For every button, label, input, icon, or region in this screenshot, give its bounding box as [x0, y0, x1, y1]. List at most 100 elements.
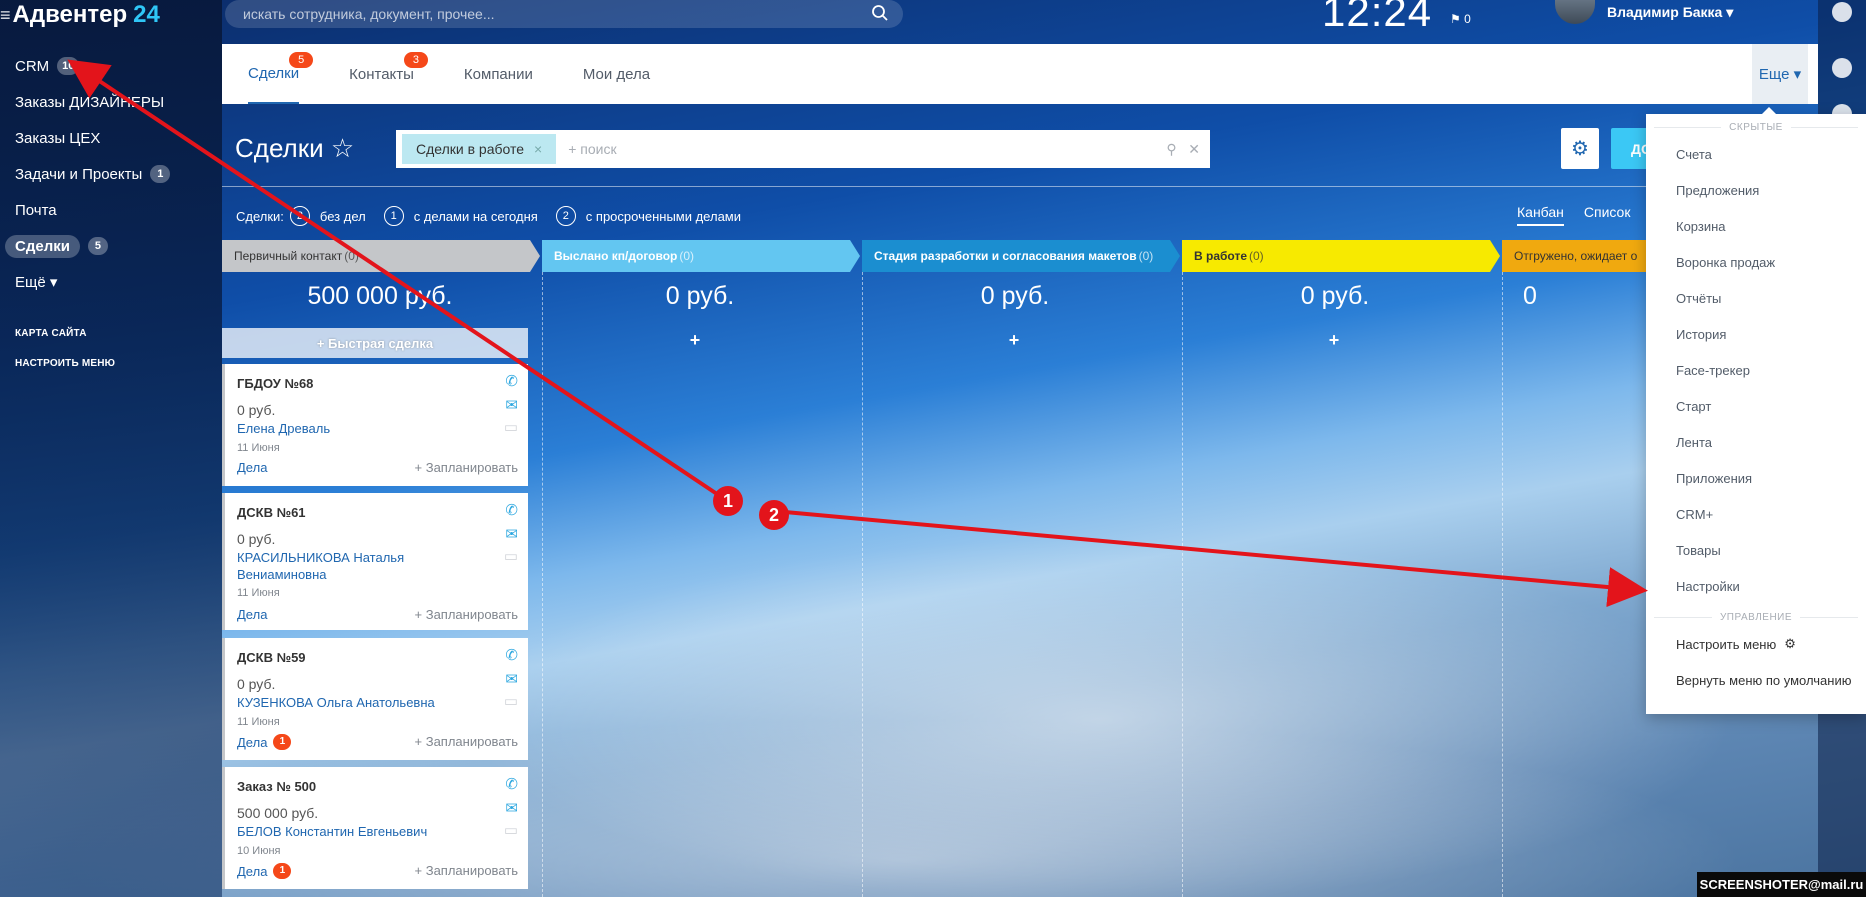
tab-my-activities[interactable]: Мои дела [583, 44, 650, 104]
menu-item-reset[interactable]: Вернуть меню по умолчанию [1646, 662, 1866, 698]
deal-card[interactable]: Заказ № 500 500 000 руб. БЕЛОВ Константи… [222, 767, 528, 889]
plan-activity-link[interactable]: + Запланировать [415, 607, 518, 622]
phone-icon[interactable]: ✆ [505, 775, 518, 793]
menu-item-sales-funnel[interactable]: Воронка продаж [1646, 244, 1866, 280]
search-icon[interactable] [871, 4, 889, 22]
counter-text[interactable]: с просроченными делами [586, 209, 741, 224]
filter-search-box[interactable]: Сделки в работе × + поиск ⚲ ✕ [396, 130, 1210, 168]
chat-icon[interactable]: ▭ [504, 418, 518, 436]
deal-activities-link[interactable]: Дела 1 [237, 863, 292, 879]
deal-activities-link[interactable]: Дела [237, 460, 267, 475]
quick-deal-button[interactable]: + Быстрая сделка [222, 328, 528, 358]
filter-chip[interactable]: Сделки в работе × [402, 134, 557, 164]
tab-companies[interactable]: Компании [464, 44, 533, 104]
menu-item-products[interactable]: Товары [1646, 532, 1866, 568]
phone-icon[interactable]: ✆ [505, 646, 518, 664]
flag-counter[interactable]: ⚑ 0 [1450, 12, 1471, 26]
menu-item-apps[interactable]: Приложения [1646, 460, 1866, 496]
deal-contact[interactable]: Елена Древаль [237, 420, 487, 437]
close-icon[interactable]: × [534, 141, 542, 157]
sidebar-item-mail[interactable]: Почта [0, 192, 222, 228]
menu-item-configure[interactable]: Настроить меню ⚙ [1646, 626, 1866, 662]
sidebar-item-label: CRM [15, 57, 50, 75]
menu-item-face-tracker[interactable]: Face-трекер [1646, 352, 1866, 388]
menu-item-settings[interactable]: Настройки [1646, 568, 1866, 604]
sidebar-item-workshop[interactable]: Заказы ЦЕХ [0, 120, 222, 156]
plan-activity-link[interactable]: + Запланировать [415, 734, 518, 749]
view-list-tab[interactable]: Список [1584, 204, 1631, 226]
deal-title[interactable]: ДСКВ №61 [237, 505, 306, 520]
annotation-marker-1: 1 [713, 486, 743, 516]
counter-text[interactable]: с делами на сегодня [414, 209, 538, 224]
logo-number: 24 [133, 1, 160, 28]
sidebar-item-deals[interactable]: Сделки 5 [0, 228, 222, 264]
sidebar-item-more[interactable]: Ещё ▾ [0, 264, 222, 300]
menu-item-reports[interactable]: Отчёты [1646, 280, 1866, 316]
bell-icon[interactable] [1832, 58, 1852, 78]
kanban-column-header[interactable]: Отгружено, ожидает о [1502, 240, 1652, 272]
plan-activity-link[interactable]: + Запланировать [415, 460, 518, 475]
plan-activity-link[interactable]: + Запланировать [415, 863, 518, 878]
chat-icon[interactable]: ▭ [504, 547, 518, 565]
filter-search-input[interactable]: + поиск [568, 141, 616, 157]
kanban-column-header[interactable]: Выслано кп/договор (0) [542, 240, 860, 272]
help-icon[interactable] [1832, 2, 1852, 22]
counter-no-activities[interactable]: 2 [289, 206, 310, 226]
mail-icon[interactable]: ✉ [505, 396, 518, 414]
deal-counters: Сделки: 2 без дел 1 с делами на сегодня … [236, 206, 741, 226]
phone-icon[interactable]: ✆ [505, 372, 518, 390]
mail-icon[interactable]: ✉ [505, 670, 518, 688]
menu-burger-icon[interactable]: ≡ [0, 5, 11, 26]
menu-item-recycle-bin[interactable]: Корзина [1646, 208, 1866, 244]
deal-card[interactable]: ДСКВ №59 0 руб. КУЗЕНКОВА Ольга Анатолье… [222, 638, 528, 760]
settings-button[interactable]: ⚙ [1561, 128, 1599, 169]
more-tabs-button[interactable]: Еще ▾ [1752, 44, 1808, 104]
sidebar-item-designers[interactable]: Заказы ДИЗАЙНЕРЫ [0, 84, 222, 120]
search-icon[interactable]: ⚲ [1166, 141, 1176, 157]
chat-icon[interactable]: ▭ [504, 821, 518, 839]
view-kanban-tab[interactable]: Канбан [1517, 204, 1564, 226]
sidebar-item-crm[interactable]: CRM 10 [0, 48, 222, 84]
avatar[interactable] [1555, 0, 1595, 24]
mail-icon[interactable]: ✉ [505, 799, 518, 817]
menu-item-start[interactable]: Старт [1646, 388, 1866, 424]
sidebar-configure-link[interactable]: НАСТРОИТЬ МЕНЮ [0, 348, 222, 378]
deal-activities-link[interactable]: Дела 1 [237, 734, 292, 750]
add-deal-plus[interactable]: + [545, 330, 845, 351]
menu-item-history[interactable]: История [1646, 316, 1866, 352]
global-search-input[interactable]: искать сотрудника, документ, прочее... [225, 0, 903, 28]
counter-today[interactable]: 1 [383, 206, 404, 226]
kanban-column-header[interactable]: Стадия разработки и согласования макетов… [862, 240, 1180, 272]
clock[interactable]: 12:24 [1322, 0, 1432, 36]
kanban-column-header[interactable]: В работе (0) [1182, 240, 1500, 272]
menu-item-crm-plus[interactable]: CRM+ [1646, 496, 1866, 532]
deal-card[interactable]: ГБДОУ №68 0 руб. Елена Древаль 11 Июня Д… [222, 364, 528, 486]
kanban-column-header[interactable]: Первичный контакт (0) [222, 240, 540, 272]
menu-item-feed[interactable]: Лента [1646, 424, 1866, 460]
deal-title[interactable]: ДСКВ №59 [237, 650, 306, 665]
sidebar-sitemap-link[interactable]: КАРТА САЙТА [0, 318, 222, 348]
user-menu[interactable]: Владимир Бакка ▾ [1555, 0, 1733, 24]
counter-overdue[interactable]: 2 [555, 206, 576, 226]
tab-contacts[interactable]: Контакты 3 [349, 44, 428, 104]
mail-icon[interactable]: ✉ [505, 525, 518, 543]
chat-icon[interactable]: ▭ [504, 692, 518, 710]
menu-item-quotes[interactable]: Предложения [1646, 172, 1866, 208]
deal-activities-link[interactable]: Дела [237, 607, 267, 622]
deal-date: 11 Июня [237, 442, 280, 454]
close-icon[interactable]: ✕ [1188, 141, 1200, 157]
phone-icon[interactable]: ✆ [505, 501, 518, 519]
counter-text[interactable]: без дел [320, 209, 366, 224]
app-logo[interactable]: ≡ Адвентер 24 [0, 0, 160, 30]
deal-title[interactable]: Заказ № 500 [237, 779, 316, 794]
add-deal-plus[interactable]: + [864, 330, 1164, 351]
deal-title[interactable]: ГБДОУ №68 [237, 376, 313, 391]
menu-item-invoices[interactable]: Счета [1646, 136, 1866, 172]
add-deal-plus[interactable]: + [1184, 330, 1484, 351]
deal-card[interactable]: ДСКВ №61 0 руб. КРАСИЛЬНИКОВА Наталья Ве… [222, 493, 528, 630]
deal-contact[interactable]: КРАСИЛЬНИКОВА Наталья Вениаминовна [237, 549, 487, 583]
sidebar-item-tasks[interactable]: Задачи и Проекты 1 [0, 156, 222, 192]
deal-contact[interactable]: БЕЛОВ Константин Евгеньевич [237, 823, 487, 840]
tab-deals[interactable]: Сделки 5 [248, 44, 314, 104]
deal-contact[interactable]: КУЗЕНКОВА Ольга Анатольевна [237, 694, 487, 711]
